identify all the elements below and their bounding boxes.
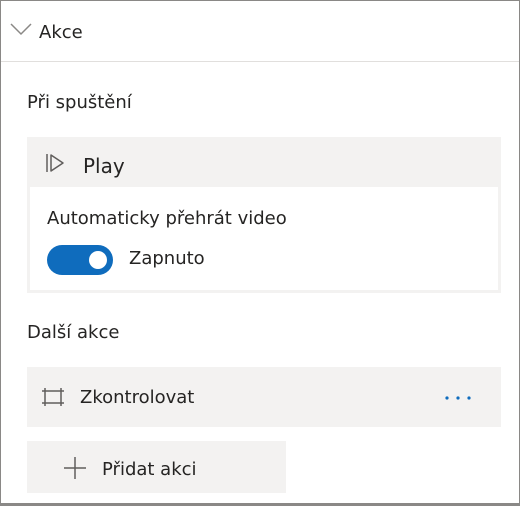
toggle-knob — [89, 251, 107, 269]
actions-section-header[interactable]: Akce — [1, 1, 519, 62]
play-action-card: Play Automaticky přehrát video Zapnuto — [27, 137, 501, 293]
chevron-down-icon[interactable] — [9, 21, 33, 37]
plus-icon — [64, 457, 86, 479]
actions-panel: Akce Při spuštění Play Automaticky přehr… — [0, 0, 520, 506]
play-action-header[interactable]: Play — [27, 137, 501, 187]
autoplay-toggle[interactable] — [47, 245, 113, 275]
review-frame-icon — [42, 388, 64, 406]
more-horizontal-icon — [445, 396, 471, 400]
autoplay-toggle-state: Zapnuto — [129, 248, 205, 269]
more-actions-section-title: Další akce — [27, 322, 120, 343]
review-action-row[interactable]: Zkontrolovat — [27, 367, 501, 427]
review-action-label: Zkontrolovat — [80, 387, 195, 408]
actions-section-title: Akce — [39, 22, 83, 43]
review-action-more-button[interactable] — [441, 383, 475, 411]
add-action-label: Přidat akci — [102, 459, 197, 480]
autoplay-video-label: Automaticky přehrát video — [47, 208, 287, 229]
play-action-settings: Automaticky přehrát video Zapnuto — [30, 187, 498, 290]
add-action-button[interactable]: Přidat akci — [27, 441, 286, 493]
on-start-section-title: Při spuštění — [27, 92, 132, 113]
play-icon — [46, 154, 64, 172]
play-action-label: Play — [83, 154, 125, 178]
